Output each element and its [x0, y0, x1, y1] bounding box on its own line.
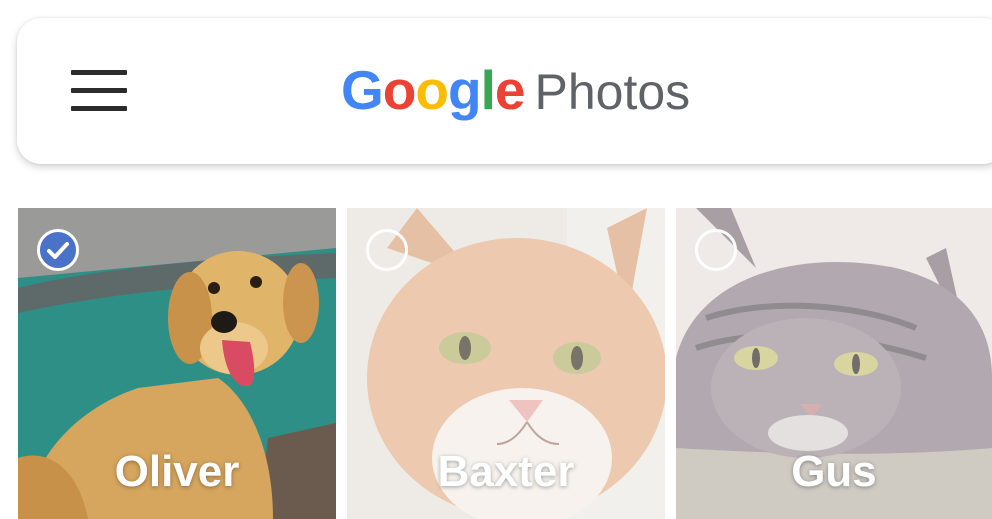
select-circle-icon[interactable]: [366, 229, 408, 271]
logo-letter-o1: o: [382, 59, 417, 121]
grid-item-gus[interactable]: Gus: [676, 208, 992, 519]
menu-bar-middle: [71, 88, 127, 93]
checkmark-icon: [47, 242, 69, 259]
google-photos-app: Google Photos Oliver Baxter Gus: [0, 0, 992, 519]
grid-item-oliver[interactable]: Oliver: [18, 208, 336, 519]
logo-letter-g2: g: [448, 59, 482, 121]
selected-check-icon[interactable]: [37, 229, 79, 271]
grid-item-label: Gus: [791, 447, 877, 496]
menu-bar-top: [71, 70, 127, 75]
grid-item-baxter[interactable]: Baxter: [347, 208, 665, 519]
select-circle-icon[interactable]: [695, 229, 737, 271]
logo-letter-o2: o: [415, 59, 449, 121]
grid-item-label: Oliver: [114, 447, 240, 496]
menu-bar-bottom: [71, 106, 127, 111]
hamburger-menu-icon[interactable]: [71, 70, 127, 112]
people-pets-grid: Oliver Baxter Gus: [18, 208, 992, 519]
top-app-bar: Google Photos: [17, 18, 992, 164]
google-wordmark: Google: [341, 58, 526, 122]
logo-letter-l: l: [480, 59, 496, 121]
photos-wordmark: Photos: [534, 64, 691, 120]
grid-item-label: Baxter: [437, 447, 575, 496]
logo-letter-g: G: [341, 59, 384, 121]
google-photos-logo: Google Photos: [341, 58, 690, 128]
logo-letter-e: e: [494, 59, 526, 121]
